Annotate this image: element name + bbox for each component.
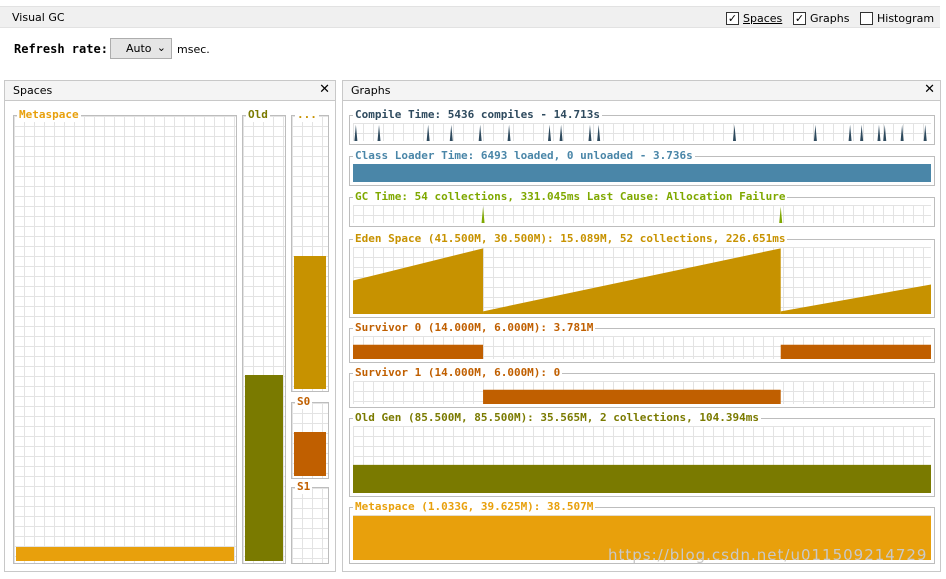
gc-time-label: GC Time: 54 collections, 331.045ms Last … [353, 190, 788, 204]
spike-9 [597, 124, 601, 141]
eden-segment-0 [353, 248, 484, 314]
class-loader-plot-svg [353, 164, 931, 182]
spike-17 [923, 124, 927, 141]
survivor1-plot [353, 381, 931, 404]
gc-time-plot-svg [481, 206, 783, 223]
spike-6 [548, 124, 552, 141]
spike-10 [732, 124, 736, 141]
eden-space-fill [294, 256, 326, 389]
check-icon: ✓ [726, 11, 739, 25]
spike-0 [481, 206, 485, 223]
s0-space-fill [294, 432, 326, 476]
histogram-checkbox-label: Histogram [877, 11, 935, 25]
close-icon[interactable]: ✕ [924, 82, 935, 97]
metaspace-space-fill [16, 547, 234, 561]
eden-space-plot [353, 247, 931, 314]
spike-8 [588, 124, 592, 141]
usage-area [353, 464, 931, 493]
spike-5 [507, 124, 511, 141]
s0-space: S0 [291, 395, 329, 479]
compile-time-plot [353, 123, 931, 141]
spaces-panel-header: Spaces ✕ [4, 80, 336, 101]
title-bar: Visual GC ✓ Spaces ✓ Graphs Histogram [0, 6, 940, 28]
spike-7 [559, 124, 563, 141]
survivor-usage-0 [483, 389, 781, 404]
histogram-checkbox[interactable]: Histogram [860, 10, 934, 26]
chevron-down-icon: ⌄ [156, 41, 166, 54]
refresh-rate-value: Auto [126, 42, 152, 55]
graphs-checkbox[interactable]: ✓ Graphs [793, 10, 849, 26]
close-icon[interactable]: ✕ [319, 82, 330, 97]
spaces-panel-title: Spaces [13, 84, 53, 97]
class-loader-label: Class Loader Time: 6493 loaded, 0 unload… [353, 149, 695, 163]
graphs-panel-title: Graphs [351, 84, 391, 97]
eden-space-plot-svg [353, 248, 931, 314]
gc-time-plot [353, 205, 931, 223]
survivor1-plot-svg [483, 389, 781, 404]
eden-segment-1 [483, 248, 781, 314]
survivor1-graph-label: Survivor 1 (14.000M, 6.000M): 0 [353, 366, 563, 380]
eden-space-graph: Eden Space (41.500M, 30.500M): 15.089M, … [349, 232, 935, 318]
refresh-rate-select[interactable]: Auto ⌄ [110, 38, 172, 59]
graphs-checkbox-label: Graphs [810, 11, 850, 25]
class-loader-plot [353, 164, 931, 182]
refresh-rate-label: Refresh rate: [14, 42, 108, 56]
old-space-fill [245, 375, 283, 561]
graphs-panel: Compile Time: 5436 compiles - 14.713s Cl… [342, 101, 941, 572]
spaces-checkbox[interactable]: ✓ Spaces [726, 10, 782, 26]
spike-12 [848, 124, 852, 141]
metaspace-graph-label: Metaspace (1.033G, 39.625M): 38.507M [353, 500, 596, 514]
spike-16 [900, 124, 904, 141]
survivor0-graph-label: Survivor 0 (14.000M, 6.000M): 3.781M [353, 321, 596, 335]
graphs-panel-header: Graphs ✕ [342, 80, 941, 101]
metaspace-space-label: Metaspace [17, 108, 81, 122]
s1-space: S1 [291, 480, 329, 564]
spike-11 [813, 124, 817, 141]
s0-space-label: S0 [295, 395, 313, 409]
survivor-usage-1 [780, 344, 931, 359]
refresh-rate-unit: msec. [177, 43, 210, 56]
spaces-panel: Metaspace Old ... S0 S1 [4, 101, 336, 572]
spaces-checkbox-label: Spaces [743, 11, 783, 25]
spike-0 [354, 124, 358, 141]
compile-time-label: Compile Time: 5436 compiles - 14.713s [353, 108, 603, 122]
gc-time-graph: GC Time: 54 collections, 331.045ms Last … [349, 190, 935, 227]
survivor0-plot [353, 336, 931, 359]
spike-2 [426, 124, 430, 141]
old-space: Old [242, 108, 286, 564]
spike-1 [779, 206, 783, 223]
spike-4 [478, 124, 482, 141]
eden-space-label: ... [295, 108, 319, 122]
old-gen-graph: Old Gen (85.500M, 85.500M): 35.565M, 2 c… [349, 411, 935, 497]
spike-13 [860, 124, 864, 141]
spike-3 [449, 124, 453, 141]
old-gen-graph-label: Old Gen (85.500M, 85.500M): 35.565M, 2 c… [353, 411, 761, 425]
class-loader-graph: Class Loader Time: 6493 loaded, 0 unload… [349, 149, 935, 186]
s1-space-label: S1 [295, 480, 313, 494]
survivor1-graph: Survivor 1 (14.000M, 6.000M): 0 [349, 366, 935, 408]
eden-space-graph-label: Eden Space (41.500M, 30.500M): 15.089M, … [353, 232, 788, 246]
checkbox-empty-icon [860, 11, 873, 25]
survivor-usage-0 [353, 344, 484, 359]
old-space-label: Old [246, 108, 270, 122]
spike-14 [877, 124, 881, 141]
old-gen-plot-svg [353, 464, 931, 493]
metaspace-space: Metaspace [13, 108, 237, 564]
spike-1 [377, 124, 381, 141]
usage-area [353, 164, 931, 182]
eden-space: ... [291, 108, 329, 392]
spike-15 [883, 124, 887, 141]
survivor0-plot-svg [353, 344, 931, 359]
app-title: Visual GC [12, 11, 65, 24]
compile-time-plot-svg [354, 124, 927, 141]
survivor0-graph: Survivor 0 (14.000M, 6.000M): 3.781M [349, 321, 935, 363]
compile-time-graph: Compile Time: 5436 compiles - 14.713s [349, 108, 935, 145]
check-icon: ✓ [793, 11, 806, 25]
watermark: https://blog.csdn.net/u011509214729 [608, 546, 928, 564]
eden-segment-2 [780, 284, 931, 314]
old-gen-plot [353, 426, 931, 493]
